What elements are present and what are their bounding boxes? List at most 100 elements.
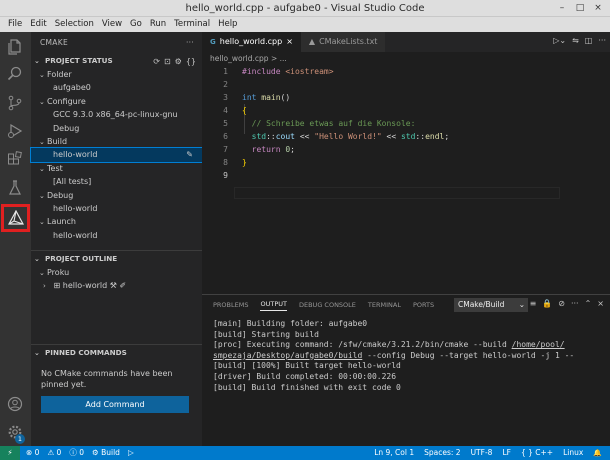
more-actions-icon[interactable]: ··· <box>598 36 606 45</box>
split-editor-icon[interactable]: ◫ <box>585 36 593 45</box>
restore-button[interactable]: □ <box>574 2 586 14</box>
menu-run[interactable]: Run <box>150 17 166 32</box>
errors-count[interactable]: ⊗ 0 <box>26 446 39 460</box>
source-control-icon[interactable] <box>5 93 25 113</box>
cpp-file-icon: G <box>210 38 216 46</box>
info-count[interactable]: ⓘ 0 <box>69 446 84 460</box>
outline-target-node[interactable]: › ⊞ hello-world ⚒ ✐ <box>31 279 202 292</box>
settings-icon[interactable]: ⚙ <box>175 55 182 69</box>
test-node[interactable]: ⌄ Test <box>31 162 202 175</box>
configure-node[interactable]: ⌄ Configure <box>31 95 202 108</box>
cursor-position[interactable]: Ln 9, Col 1 <box>374 446 414 460</box>
tab-cmakelists[interactable]: ▲ CMakeLists.txt <box>300 32 386 52</box>
folder-value[interactable]: aufgabe0 <box>31 81 202 94</box>
line-number: 2 <box>223 80 228 89</box>
output-channel-select[interactable]: CMake/Build ⌄ <box>454 298 528 312</box>
target-icon: ⊞ <box>53 281 61 291</box>
extensions-icon[interactable] <box>5 149 25 169</box>
run-debug-icon[interactable] <box>5 121 25 141</box>
collapse-all-icon[interactable]: {} <box>186 55 196 69</box>
menu-view[interactable]: View <box>102 17 122 32</box>
configure-kit[interactable]: GCC 9.3.0 x86_64-pc-linux-gnu <box>31 108 202 121</box>
close-icon[interactable]: × <box>597 299 604 308</box>
project-outline-title: PROJECT OUTLINE <box>45 254 118 264</box>
breadcrumb[interactable]: hello_world.cpp > ... <box>202 52 610 65</box>
platform[interactable]: Linux <box>563 446 583 460</box>
menu-selection[interactable]: Selection <box>55 17 94 32</box>
tab-label: CMakeLists.txt <box>319 37 378 46</box>
warnings-count[interactable]: ⚠ 0 <box>47 446 61 460</box>
path-link[interactable]: /home/pool/ <box>512 340 565 349</box>
tab-output[interactable]: OUTPUT <box>260 300 287 311</box>
debug-target[interactable]: hello-world <box>31 202 202 215</box>
menu-edit[interactable]: Edit <box>30 17 46 32</box>
search-icon[interactable] <box>5 64 25 84</box>
close-window-button[interactable]: × <box>592 2 604 14</box>
path-link[interactable]: smpezaja/Desktop/aufgabe0/build <box>213 351 362 360</box>
debug-label: Debug <box>47 190 74 200</box>
account-icon[interactable] <box>5 394 25 414</box>
minimize-button[interactable]: – <box>556 2 568 14</box>
more-actions-icon[interactable]: ··· <box>571 299 579 308</box>
log-line: [build] [100%] Built target hello-world <box>213 361 401 371</box>
outline-project-node[interactable]: ⌄ Proku <box>31 266 202 279</box>
debug-node[interactable]: ⌄ Debug <box>31 189 202 202</box>
more-actions-icon[interactable]: ··· <box>186 32 194 54</box>
launch-node[interactable]: ⌄ Launch <box>31 215 202 228</box>
folder-node[interactable]: ⌄ Folder <box>31 68 202 81</box>
edit-pencil-icon[interactable]: ✎ <box>186 148 193 161</box>
code-line: } <box>242 158 247 167</box>
maximize-panel-icon[interactable]: ⌃ <box>585 299 592 308</box>
build-hammer-icon[interactable]: ⚒ <box>110 281 117 290</box>
end-of-line[interactable]: LF <box>502 446 511 460</box>
menu-help[interactable]: Help <box>218 17 237 32</box>
launch-play-icon[interactable]: ▷ <box>128 446 134 460</box>
notifications-bell-icon[interactable]: 🔔 <box>593 446 602 460</box>
build-target[interactable]: hello-world ✎ <box>30 147 203 163</box>
launch-target[interactable]: hello-world <box>31 229 202 242</box>
build-button[interactable]: ⚙ Build <box>92 446 120 460</box>
line-number: 6 <box>223 132 228 141</box>
chevron-down-icon: ⌄ <box>39 269 45 278</box>
project-outline-header[interactable]: ⌄ PROJECT OUTLINE <box>31 252 202 266</box>
language-mode[interactable]: { } C++ <box>521 446 553 460</box>
menu-terminal[interactable]: Terminal <box>174 17 210 32</box>
remote-icon[interactable]: ⚡ <box>0 446 20 460</box>
refresh-icon[interactable]: ⟳ <box>153 55 160 69</box>
tab-problems[interactable]: PROBLEMS <box>213 301 248 309</box>
lock-icon[interactable]: 🔒 <box>542 299 552 308</box>
tab-ports[interactable]: PORTS <box>413 301 434 309</box>
debug-bug-icon[interactable]: ✐ <box>119 281 126 290</box>
code-line: std::cout << "Hello World!" << std::endl… <box>242 132 450 141</box>
clear-output-icon[interactable]: ⊘ <box>558 299 565 308</box>
tab-hello-world-cpp[interactable]: G hello_world.cpp × <box>202 32 301 52</box>
files-icon[interactable] <box>5 37 25 57</box>
pinned-commands-title: PINNED COMMANDS <box>45 348 127 357</box>
menu-file[interactable]: File <box>8 17 22 32</box>
menu-go[interactable]: Go <box>130 17 142 32</box>
cmake-icon[interactable] <box>1 204 30 232</box>
project-status-header[interactable]: ⌄ PROJECT STATUS ⟳ ⊡ ⚙ {} <box>31 54 202 68</box>
pinned-commands-header[interactable]: ⌄ PINNED COMMANDS <box>31 346 202 360</box>
close-icon[interactable]: × <box>286 32 293 52</box>
code-line: { <box>242 106 247 115</box>
build-node[interactable]: ⌄ Build <box>31 135 202 148</box>
compare-icon[interactable]: ⇋ <box>572 36 579 45</box>
tab-label: hello_world.cpp <box>219 37 283 46</box>
line-number: 7 <box>223 145 228 154</box>
tab-terminal[interactable]: TERMINAL <box>368 301 401 309</box>
tab-debug-console[interactable]: DEBUG CONSOLE <box>299 301 356 309</box>
indentation[interactable]: Spaces: 2 <box>424 446 460 460</box>
outline-project-label: Proku <box>47 268 70 278</box>
encoding[interactable]: UTF-8 <box>471 446 493 460</box>
list-filter-icon[interactable]: ≡ <box>530 299 537 308</box>
output-log[interactable]: [main] Building folder: aufgabe0 [build] … <box>202 315 610 393</box>
delete-cache-icon[interactable]: ⊡ <box>164 55 171 69</box>
configure-variant[interactable]: Debug <box>31 122 202 135</box>
test-value[interactable]: [All tests] <box>31 175 202 188</box>
menu-bar: File Edit Selection View Go Run Terminal… <box>0 17 610 32</box>
testing-icon[interactable] <box>5 178 25 198</box>
add-command-button[interactable]: Add Command <box>41 396 189 413</box>
run-debug-dropdown-icon[interactable]: ▷⌄ <box>553 36 566 45</box>
build-target-label: hello-world <box>53 150 98 160</box>
